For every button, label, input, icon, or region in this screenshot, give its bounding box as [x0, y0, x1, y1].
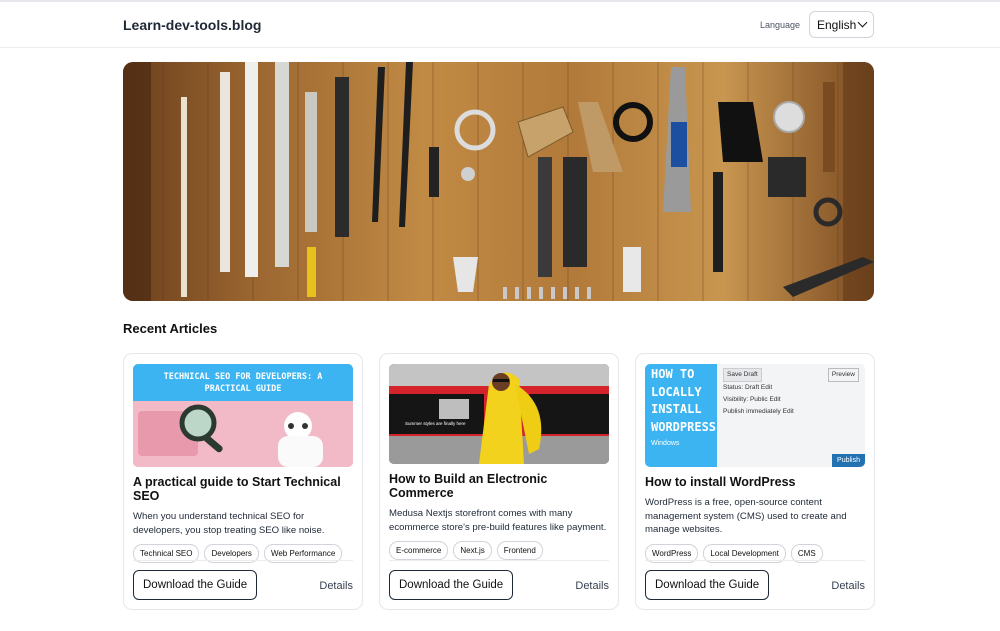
thumbnail-banner: TECHNICAL SEO FOR DEVELOPERS: A PRACTICA… — [133, 364, 353, 401]
card-footer: Download the Guide Details — [133, 560, 353, 600]
screen-publish-time: Publish immediately Edit — [723, 408, 794, 415]
wordpress-screen: Save Draft Preview Status: Draft Edit Vis… — [717, 364, 865, 467]
thumbnail-banner: HOW TO LOCALLY INSTALL WORDPRESS Windows — [645, 364, 717, 467]
article-description: WordPress is a free, open-source content… — [645, 497, 847, 535]
article-description: Medusa Nextjs storefront comes with many… — [389, 508, 607, 533]
language-switcher: Language English — [760, 11, 874, 38]
screen-visibility: Visibility: Public Edit — [723, 396, 781, 403]
details-link[interactable]: Details — [831, 580, 865, 592]
site-header: Learn-dev-tools.blog Language English — [0, 2, 1000, 48]
card-footer: Download the Guide Details — [389, 560, 609, 600]
article-card: Summer styles are finally here How to Bu… — [379, 353, 619, 610]
section-title: Recent Articles — [123, 321, 218, 336]
tag[interactable]: E-commerce — [389, 541, 449, 560]
card-footer: Download the Guide Details — [645, 560, 865, 600]
language-select[interactable]: English — [809, 11, 874, 38]
download-guide-button[interactable]: Download the Guide — [389, 570, 514, 600]
thumbnail-text: Summer styles are finally here — [405, 421, 466, 426]
article-thumbnail[interactable]: TECHNICAL SEO FOR DEVELOPERS: A PRACTICA… — [133, 364, 353, 467]
screen-preview: Preview — [827, 368, 859, 382]
article-description: When you understand technical SEO for de… — [133, 511, 325, 536]
download-guide-button[interactable]: Download the Guide — [645, 570, 770, 600]
screen-status: Status: Draft Edit — [723, 384, 773, 391]
thumbnail-subtext: Windows — [651, 440, 680, 447]
site-brand[interactable]: Learn-dev-tools.blog — [123, 17, 261, 33]
download-guide-button[interactable]: Download the Guide — [133, 570, 258, 600]
tag[interactable]: Next.js — [453, 541, 492, 560]
article-title[interactable]: How to install WordPress — [645, 475, 865, 489]
article-thumbnail[interactable]: Summer styles are finally here — [389, 364, 609, 464]
details-link[interactable]: Details — [319, 580, 353, 592]
language-value: English — [817, 17, 857, 32]
language-label: Language — [759, 19, 800, 30]
magnifier-illustration — [133, 401, 353, 467]
article-thumbnail[interactable]: HOW TO LOCALLY INSTALL WORDPRESS Windows… — [645, 364, 865, 467]
article-card: HOW TO LOCALLY INSTALL WORDPRESS Windows… — [635, 353, 875, 610]
tools-wall-illustration — [123, 62, 874, 301]
screen-publish-button: Publish — [832, 454, 865, 467]
details-link[interactable]: Details — [575, 580, 609, 592]
screen-save-draft: Save Draft — [723, 368, 762, 382]
article-title[interactable]: A practical guide to Start Technical SEO — [133, 475, 353, 503]
chevron-down-icon — [857, 17, 868, 28]
hero-image — [123, 62, 874, 301]
article-card: TECHNICAL SEO FOR DEVELOPERS: A PRACTICA… — [123, 353, 363, 610]
thumbnail-text: HOW TO LOCALLY INSTALL WORDPRESS — [651, 367, 717, 434]
tag[interactable]: Frontend — [496, 541, 543, 560]
storefront-illustration — [389, 364, 609, 464]
tag-list: E-commerce Next.js Frontend — [389, 541, 609, 560]
article-title[interactable]: How to Build an Electronic Commerce — [389, 472, 609, 500]
thumbnail-text: TECHNICAL SEO FOR DEVELOPERS: A PRACTICA… — [163, 371, 323, 394]
